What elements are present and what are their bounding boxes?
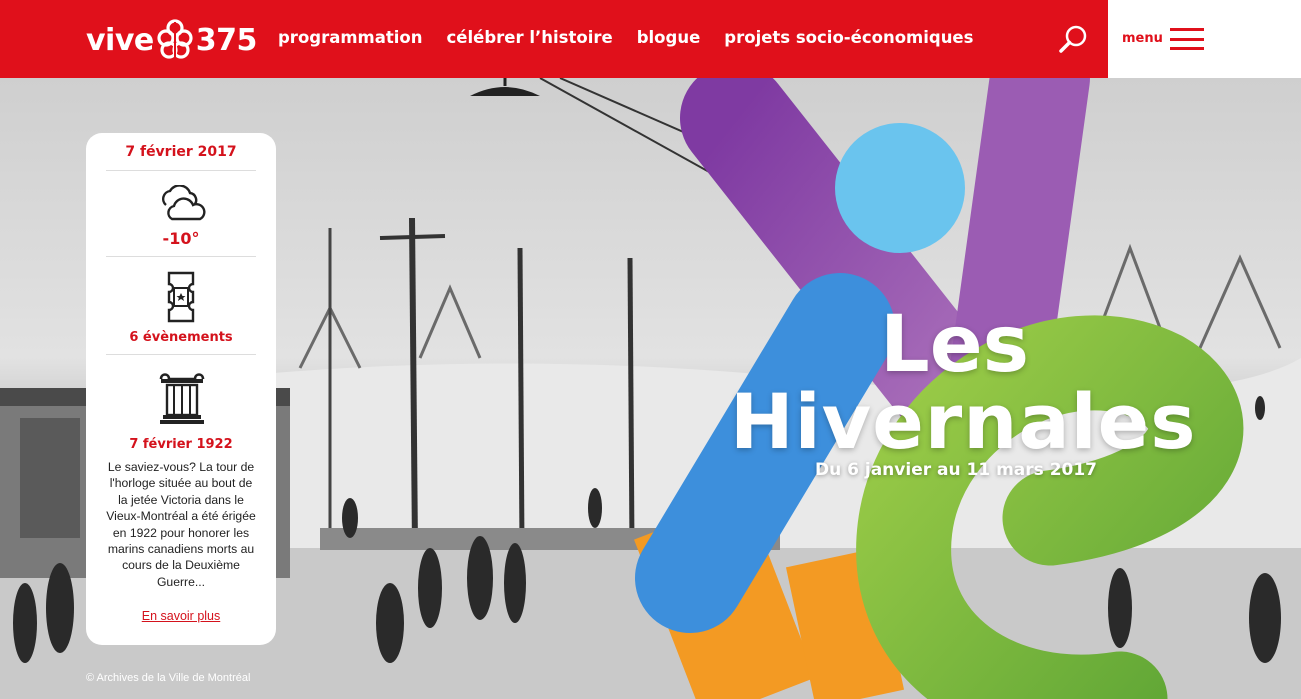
search-icon[interactable]: [1058, 24, 1088, 54]
divider: [106, 354, 256, 355]
hero-title-line2: Hivernales: [730, 377, 1197, 466]
divider: [106, 256, 256, 257]
column-icon: [159, 373, 205, 424]
card-date: 7 février 2017: [125, 144, 237, 160]
flower-logo-icon: [157, 19, 193, 59]
menu-label: menu: [1122, 31, 1163, 46]
main-nav: programmation célébrer l’histoire blogue…: [278, 28, 997, 47]
hamburger-icon: [1170, 28, 1204, 50]
events-count[interactable]: 6 évènements: [86, 330, 276, 345]
daily-info-card: 7 février 2017 -10° 6 évènements 7 févri…: [86, 133, 276, 645]
divider: [106, 170, 256, 171]
hero-title-line1: Les: [880, 300, 1030, 390]
nav-blogue[interactable]: blogue: [637, 28, 701, 47]
nav-projets[interactable]: projets socio-économiques: [724, 28, 973, 47]
history-text: Le saviez-vous? La tour de l'horloge sit…: [106, 460, 256, 589]
temperature: -10°: [162, 229, 200, 248]
top-header: vive 375 programmation célébrer l’histoi…: [0, 0, 1108, 78]
hero-dates: Du 6 janvier au 11 mars 2017: [815, 460, 1098, 480]
logo-text-left: vive: [86, 22, 154, 58]
logo-text-right: 375: [195, 22, 258, 58]
ticket-icon: [167, 271, 195, 323]
nav-celebrer-histoire[interactable]: célébrer l’histoire: [447, 28, 613, 47]
nav-programmation[interactable]: programmation: [278, 28, 423, 47]
history-date: 7 février 1922: [129, 437, 233, 452]
cloud-icon: [162, 185, 206, 221]
photo-credit: © Archives de la Ville de Montréal: [86, 672, 251, 684]
learn-more-link[interactable]: En savoir plus: [86, 609, 276, 623]
site-logo[interactable]: vive 375: [86, 18, 257, 62]
menu-button[interactable]: menu: [1108, 0, 1301, 78]
